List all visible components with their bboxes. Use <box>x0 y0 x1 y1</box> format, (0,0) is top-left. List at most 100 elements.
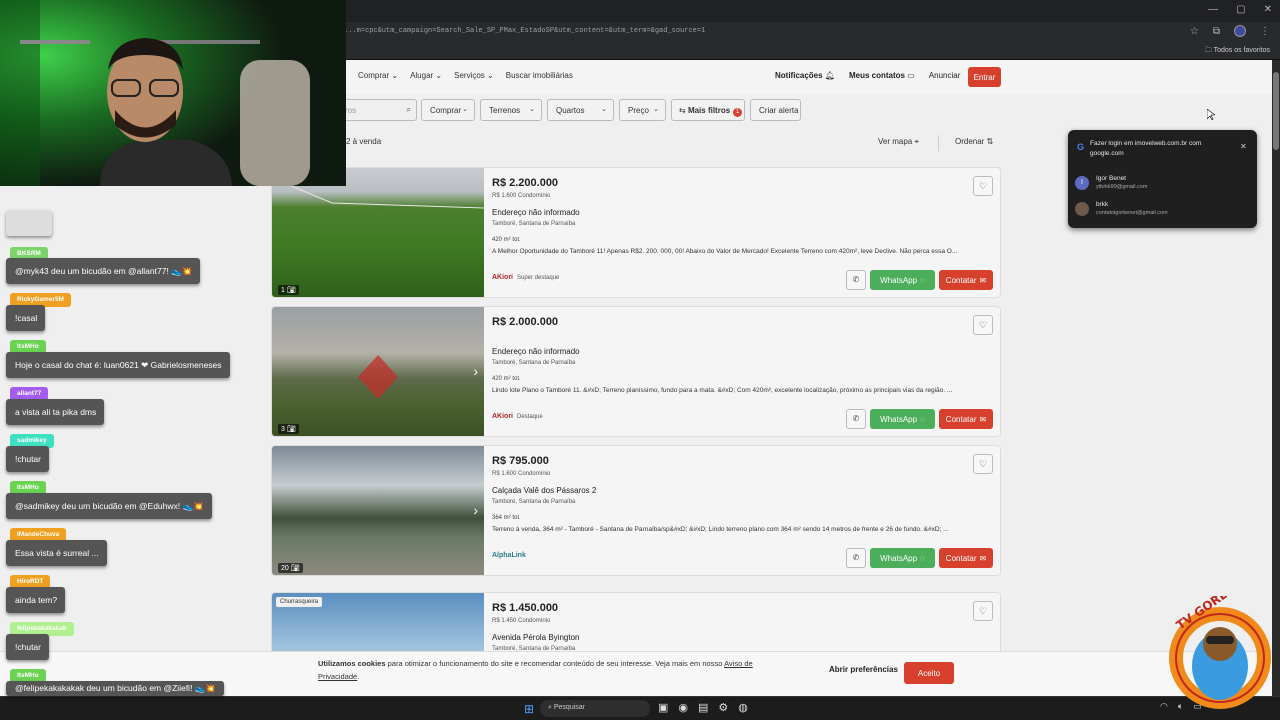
notifications-link[interactable]: Notificações 🔔︎ <box>775 71 835 80</box>
listing-description[interactable]: A Melhor Oportunidade do Tamboré 11! Ape… <box>492 248 992 255</box>
listing-area: 420 m² tot. <box>492 376 521 382</box>
close-icon[interactable]: ✕ <box>1240 142 1247 151</box>
photo-count: 3 📷︎ <box>278 424 299 434</box>
listing-card[interactable]: 1 📷︎ R$ 2.200.000 R$ 1.600 Condomínio En… <box>271 167 1001 298</box>
favorite-button[interactable]: ♡ <box>973 454 993 474</box>
google-icon: G <box>1077 142 1085 152</box>
login-button[interactable]: Entrar <box>968 67 1001 87</box>
whatsapp-icon: ◌ <box>920 414 925 424</box>
google-signin-popup: G Fazer login em imovelweb.com.br com go… <box>1068 130 1257 228</box>
phone-button[interactable]: ✆ <box>846 409 866 429</box>
nav-alugar[interactable]: Alugar ⌄ <box>410 71 442 80</box>
taskbar-search[interactable]: ⌕ Pesquisar <box>540 700 650 717</box>
listing-address: Avenida Pérola Byington <box>492 633 580 642</box>
chat-message: Essa vista é surreal ... <box>6 540 107 566</box>
contact-button[interactable]: Contatar ✉ <box>939 548 993 568</box>
extensions-icon[interactable]: ⧉ <box>1213 26 1220 37</box>
next-photo-arrow[interactable]: › <box>473 502 478 518</box>
account-email: contatoigorbenet@gmail.com <box>1096 210 1168 216</box>
listing-description[interactable]: Lindo lote Plano o Tamboré 11. &#xD; Ter… <box>492 387 992 394</box>
star-icon[interactable]: ☆ <box>1190 26 1199 37</box>
task-view-icon[interactable]: ▣ <box>658 701 668 714</box>
phone-icon: ✆ <box>852 275 860 284</box>
contact-button[interactable]: Contatar ✉ <box>939 409 993 429</box>
agency-logo[interactable]: AlphaLink <box>492 552 526 559</box>
listing-photo[interactable]: 1 📷︎ <box>272 168 484 297</box>
whatsapp-icon: ◌ <box>920 275 925 285</box>
chat-message <box>6 210 52 236</box>
view-map-link[interactable]: Ver mapa ⌖ <box>878 137 919 147</box>
create-alert-button[interactable]: Criar alerta <box>750 99 801 121</box>
agency-logo[interactable]: AKiori <box>492 413 513 420</box>
whatsapp-button[interactable]: WhatsApp ◌ <box>870 270 935 290</box>
heart-icon: ♡ <box>978 181 988 191</box>
listing-price: R$ 1.450.000 <box>492 602 559 614</box>
listing-card[interactable]: › 20 📷︎ R$ 795.000 R$ 1.600 Condomínio C… <box>271 445 1001 576</box>
all-bookmarks-link[interactable]: 🗀 Todos os favoritos <box>1205 46 1270 57</box>
whatsapp-button[interactable]: WhatsApp ◌ <box>870 548 935 568</box>
next-photo-arrow[interactable]: › <box>473 363 478 379</box>
favorite-button[interactable]: ♡ <box>973 176 993 196</box>
chevron-down-icon: ⌄ <box>462 106 468 113</box>
fence-decor <box>272 177 484 209</box>
menu-icon[interactable]: ⋮ <box>1260 26 1270 37</box>
agency-logo[interactable]: AKiori <box>492 274 513 281</box>
mail-icon: ✉ <box>979 553 987 563</box>
watermark-logo <box>358 355 398 399</box>
search-icon: ⌕ <box>548 704 552 711</box>
maximize-icon[interactable]: ▢ <box>1236 4 1245 15</box>
announce-link[interactable]: Anunciar <box>929 71 961 80</box>
listing-photo[interactable]: › 20 📷︎ <box>272 446 484 575</box>
chrome-icon[interactable]: ◉ <box>678 701 688 714</box>
avatar <box>1075 202 1089 216</box>
url-text[interactable]: ...m=cpc&utm_campaign=Search_Sale_SP_PMa… <box>344 27 705 35</box>
favorite-button[interactable]: ♡ <box>973 315 993 335</box>
webcam-scene <box>0 0 346 186</box>
folder-icon[interactable]: ▤ <box>698 701 708 714</box>
nav-servicos[interactable]: Serviços ⌄ <box>454 71 494 80</box>
cookie-text: Utilizamos cookies para otimizar o funci… <box>318 659 753 681</box>
whatsapp-button[interactable]: WhatsApp ◌ <box>870 409 935 429</box>
chat-message: Hoje o casal do chat é: luan0621 ❤ Gabri… <box>6 352 230 378</box>
listing-address: Calçada Valê dos Pássaros 2 <box>492 486 597 495</box>
chat-message: !chutar <box>6 634 49 660</box>
cookie-preferences-button[interactable]: Abrir preferências <box>829 665 898 674</box>
windows-start-icon[interactable]: ⊞ <box>524 702 534 716</box>
heart-icon: ♡ <box>978 606 988 616</box>
chat-message: ainda tem? <box>6 587 66 613</box>
scrollbar-thumb[interactable] <box>1273 72 1279 150</box>
minimize-icon[interactable]: — <box>1208 4 1218 15</box>
chat-message: @felipekakakakak deu um bicudão em @Ziie… <box>6 681 224 696</box>
rooms-dropdown[interactable]: Quartos ⌄ <box>547 99 614 121</box>
phone-icon: ✆ <box>852 414 860 423</box>
profile-avatar[interactable] <box>1234 25 1246 37</box>
nav-comprar[interactable]: Comprar ⌄ <box>358 71 398 80</box>
google-account-option[interactable]: brkk contatoigorbenet@gmail.com <box>1075 200 1245 224</box>
operation-dropdown[interactable]: Comprar ⌄ <box>421 99 475 121</box>
price-dropdown[interactable]: Preço ⌄ <box>619 99 666 121</box>
cookie-accept-button[interactable]: Aceito <box>904 662 954 684</box>
phone-button[interactable]: ✆ <box>846 548 866 568</box>
whatsapp-icon: ◌ <box>920 553 925 563</box>
listing-condo-fee: R$ 1.600 Condomínio <box>492 471 551 477</box>
discord-icon[interactable]: ◍ <box>738 701 748 714</box>
listing-photo[interactable]: › 3 📷︎ <box>272 307 484 436</box>
listing-description[interactable]: Terreno à venda, 364 m² - Tamboré - Sant… <box>492 526 992 533</box>
settings-icon[interactable]: ⚙ <box>718 701 728 714</box>
mouse-cursor <box>1207 109 1215 120</box>
google-account-option[interactable]: I Igor Benet ytbrkk99@gmail.com <box>1075 174 1245 198</box>
my-contacts-link[interactable]: Meus contatos ▭ <box>849 71 915 80</box>
favorite-button[interactable]: ♡ <box>973 601 993 621</box>
property-type-dropdown[interactable]: Terrenos ⌄ <box>480 99 542 121</box>
contact-button[interactable]: Contatar ✉ <box>939 270 993 290</box>
nav-buscar-imobiliarias[interactable]: Buscar imobiliárias <box>506 71 573 80</box>
heart-icon: ♡ <box>978 320 988 330</box>
tv-gordinho-logo: TV GORDINHO <box>1169 596 1271 709</box>
map-pin-icon: ⌖ <box>914 137 919 146</box>
more-filters-button[interactable]: ⇆ Mais filtros 1 <box>671 99 745 121</box>
listing-card[interactable]: › 3 📷︎ R$ 2.000.000 Endereço não informa… <box>271 306 1001 437</box>
sort-button[interactable]: Ordenar ⇅ <box>955 137 993 146</box>
phone-button[interactable]: ✆ <box>846 270 866 290</box>
highlight-badge: Super destaque <box>517 274 560 281</box>
close-window-icon[interactable]: ✕ <box>1264 4 1272 15</box>
